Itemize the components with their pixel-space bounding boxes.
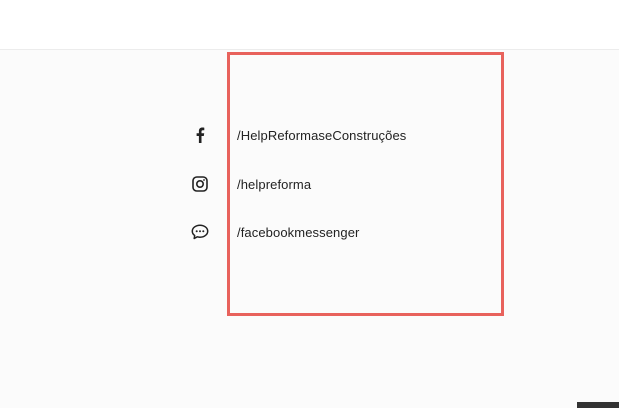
facebook-icon — [190, 125, 210, 145]
social-link-messenger[interactable]: /facebookmessenger — [190, 221, 490, 243]
instagram-icon — [190, 174, 210, 194]
social-link-facebook[interactable]: /HelpReformaseConstruções — [190, 124, 490, 146]
messenger-icon — [190, 222, 210, 242]
header-bar — [0, 0, 619, 50]
corner-widget[interactable] — [577, 402, 619, 408]
social-link-label: /HelpReformaseConstruções — [237, 127, 407, 143]
social-link-label: /facebookmessenger — [237, 224, 360, 240]
social-link-instagram[interactable]: /helpreforma — [190, 173, 490, 195]
social-link-label: /helpreforma — [237, 176, 312, 192]
